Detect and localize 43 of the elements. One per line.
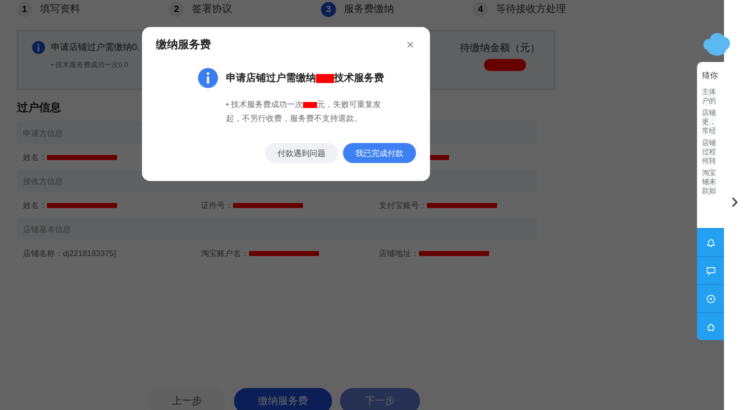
field-label: 店铺地址： [379, 248, 419, 258]
info-icon [198, 68, 218, 88]
step-label: 签署协议 [192, 2, 232, 16]
step-label: 填写资料 [40, 2, 80, 16]
dialog-button[interactable]: 付款遇到问题 [265, 143, 338, 163]
field-value: dj2218183375] [63, 248, 116, 258]
step-number: 4 [473, 2, 488, 16]
field-label: 店铺名称： [23, 248, 63, 258]
field-label: 证件号： [201, 200, 233, 210]
field-label: 姓名： [23, 152, 47, 162]
redaction-mark [303, 102, 318, 108]
clock-button[interactable] [697, 284, 724, 312]
dialog-note: • 技术服务费成功一次 [226, 99, 304, 111]
dialog-title: 缴纳服务费 [156, 38, 211, 52]
step-number: 3 [321, 2, 336, 16]
dialog-note: 起，不另行收费，服务费不支持退款。 [226, 113, 362, 125]
home-icon [706, 322, 716, 332]
field-label: 支付宝账号： [379, 200, 427, 210]
info-icon [32, 41, 45, 54]
helper-title: 猜你 [701, 70, 719, 82]
field-label: 淘宝账户名： [201, 248, 249, 258]
field-label: 姓名： [23, 200, 47, 210]
amount-label: 待缴纳金额（元） [460, 42, 540, 55]
chat-button[interactable] [697, 256, 724, 284]
notice-title: 申请店铺过户需缴纳0. [51, 41, 140, 54]
bell-icon [706, 238, 716, 248]
dialog-heading: 技术服务费 [334, 72, 384, 85]
dialog-heading: 申请店铺过户需缴纳 [226, 71, 316, 85]
step-number: 1 [17, 2, 32, 16]
expand-arrow[interactable]: › [731, 190, 738, 212]
chat-icon [706, 266, 716, 276]
dialog-note: 元，失败可重复发 [317, 99, 382, 111]
redaction-mark [316, 74, 334, 82]
dialog-button[interactable]: 我已完成付款 [343, 143, 416, 163]
bell-button[interactable] [697, 228, 724, 256]
home-button[interactable] [697, 312, 724, 340]
step-label: 等待接收方处理 [496, 2, 566, 16]
step-number: 2 [169, 2, 184, 16]
footer-button[interactable]: 缴纳服务费 [234, 388, 332, 410]
clock-icon [706, 294, 716, 304]
close-button[interactable]: × [404, 38, 416, 51]
section-title: 过户信息 [17, 100, 61, 116]
step-label: 服务费缴纳 [344, 2, 394, 16]
